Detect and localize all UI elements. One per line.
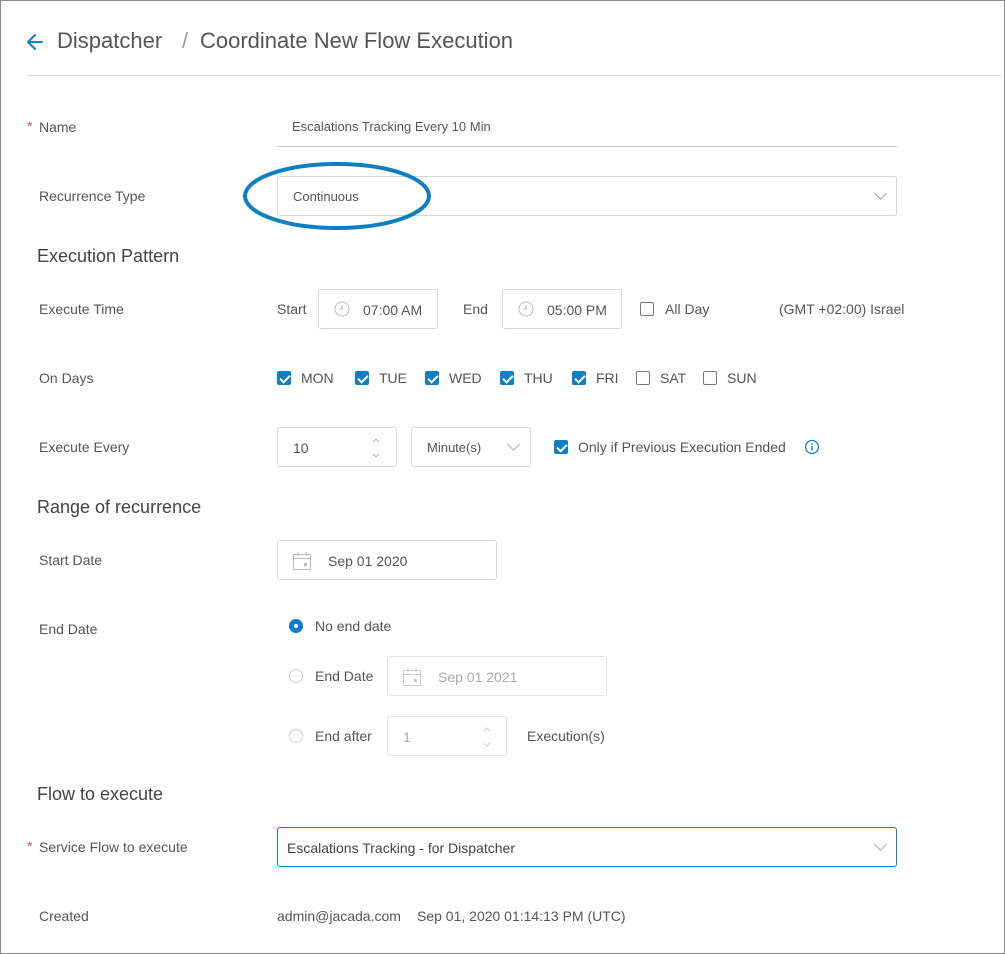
executions-label: Execution(s)	[527, 728, 605, 744]
name-label: Name	[39, 119, 77, 135]
no-end-date-radio[interactable]	[289, 619, 303, 633]
start-date-input[interactable]: Sep 01 2020	[277, 540, 497, 580]
end-time-input[interactable]: 05:00 PM	[502, 289, 622, 329]
required-mark: *	[27, 118, 33, 134]
header-divider	[27, 75, 1001, 76]
end-time-value: 05:00 PM	[547, 302, 607, 318]
on-days-label: On Days	[39, 370, 94, 386]
name-input[interactable]: Escalations Tracking Every 10 Min	[277, 108, 897, 147]
no-end-date-label: No end date	[315, 618, 392, 634]
execute-every-stepper[interactable]: 10	[277, 427, 397, 467]
start-date-value: Sep 01 2020	[328, 553, 408, 569]
flow-heading: Flow to execute	[37, 784, 164, 804]
stepper-arrows-icon[interactable]	[482, 724, 492, 750]
execute-every-unit-value: Minute(s)	[427, 440, 482, 455]
day-label-sun: SUN	[727, 370, 757, 386]
clock-icon	[334, 301, 350, 317]
end-date-label: End Date	[39, 621, 98, 637]
day-checkbox-sat[interactable]	[636, 371, 650, 385]
chevron-down-icon	[874, 187, 887, 200]
execute-time-label: Execute Time	[39, 301, 124, 317]
clock-icon	[518, 301, 534, 317]
execution-pattern-heading: Execution Pattern	[37, 246, 180, 266]
timezone-label: (GMT +02:00) Israel	[779, 301, 905, 317]
end-date-value: Sep 01 2021	[438, 669, 518, 685]
required-mark: *	[27, 838, 33, 854]
execute-every-value: 10	[293, 440, 309, 456]
end-after-value: 1	[403, 729, 411, 745]
recurrence-type-label: Recurrence Type	[39, 188, 146, 204]
day-label-wed: WED	[449, 370, 482, 386]
range-heading: Range of recurrence	[37, 497, 202, 517]
service-flow-value: Escalations Tracking - for Dispatcher	[287, 840, 515, 856]
start-time-value: 07:00 AM	[363, 302, 423, 318]
start-time-input[interactable]: 07:00 AM	[318, 289, 438, 329]
breadcrumb-parent[interactable]: Dispatcher	[57, 28, 162, 54]
calendar-icon	[403, 668, 421, 686]
chevron-down-icon	[874, 838, 887, 851]
created-user: admin@jacada.com	[277, 908, 401, 924]
name-value: Escalations Tracking Every 10 Min	[292, 119, 491, 134]
execute-every-unit-select[interactable]: Minute(s)	[411, 427, 531, 467]
day-label-sat: SAT	[660, 370, 687, 386]
highlight-ellipse	[243, 162, 431, 230]
day-label-tue: TUE	[379, 370, 407, 386]
day-checkbox-sun[interactable]	[703, 371, 717, 385]
start-date-label: Start Date	[39, 552, 103, 568]
chevron-down-icon	[507, 438, 520, 451]
page-title: Coordinate New Flow Execution	[200, 28, 514, 53]
all-day-checkbox[interactable]	[640, 302, 654, 316]
day-checkbox-tue[interactable]	[355, 371, 369, 385]
day-checkbox-wed[interactable]	[425, 371, 439, 385]
end-after-radio[interactable]	[289, 729, 303, 743]
back-arrow-icon[interactable]	[24, 30, 46, 54]
only-if-previous-label: Only if Previous Execution Ended	[578, 439, 786, 455]
end-after-stepper[interactable]: 1	[387, 716, 507, 756]
end-after-label: End after	[315, 728, 372, 744]
created-label: Created	[39, 908, 89, 924]
breadcrumb-separator: /	[182, 28, 189, 53]
stepper-arrows-icon[interactable]	[371, 435, 381, 461]
only-if-previous-checkbox[interactable]	[554, 440, 568, 454]
day-label-fri: FRI	[596, 370, 619, 386]
all-day-label: All Day	[665, 301, 710, 317]
day-checkbox-fri[interactable]	[572, 371, 586, 385]
info-icon[interactable]	[804, 439, 820, 455]
calendar-icon	[293, 552, 311, 570]
end-date-input[interactable]: Sep 01 2021	[387, 656, 607, 696]
end-date-radio[interactable]	[289, 669, 303, 683]
day-label-thu: THU	[524, 370, 553, 386]
day-label-mon: MON	[301, 370, 334, 386]
day-checkbox-mon[interactable]	[277, 371, 291, 385]
service-flow-select[interactable]: Escalations Tracking - for Dispatcher	[277, 827, 897, 867]
start-time-label: Start	[277, 301, 307, 317]
day-checkbox-thu[interactable]	[500, 371, 514, 385]
end-time-label: End	[463, 301, 488, 317]
end-date-option-label: End Date	[315, 668, 374, 684]
created-timestamp: Sep 01, 2020 01:14:13 PM (UTC)	[417, 908, 626, 924]
service-flow-label: Service Flow to execute	[39, 839, 188, 855]
execute-every-label: Execute Every	[39, 439, 130, 455]
